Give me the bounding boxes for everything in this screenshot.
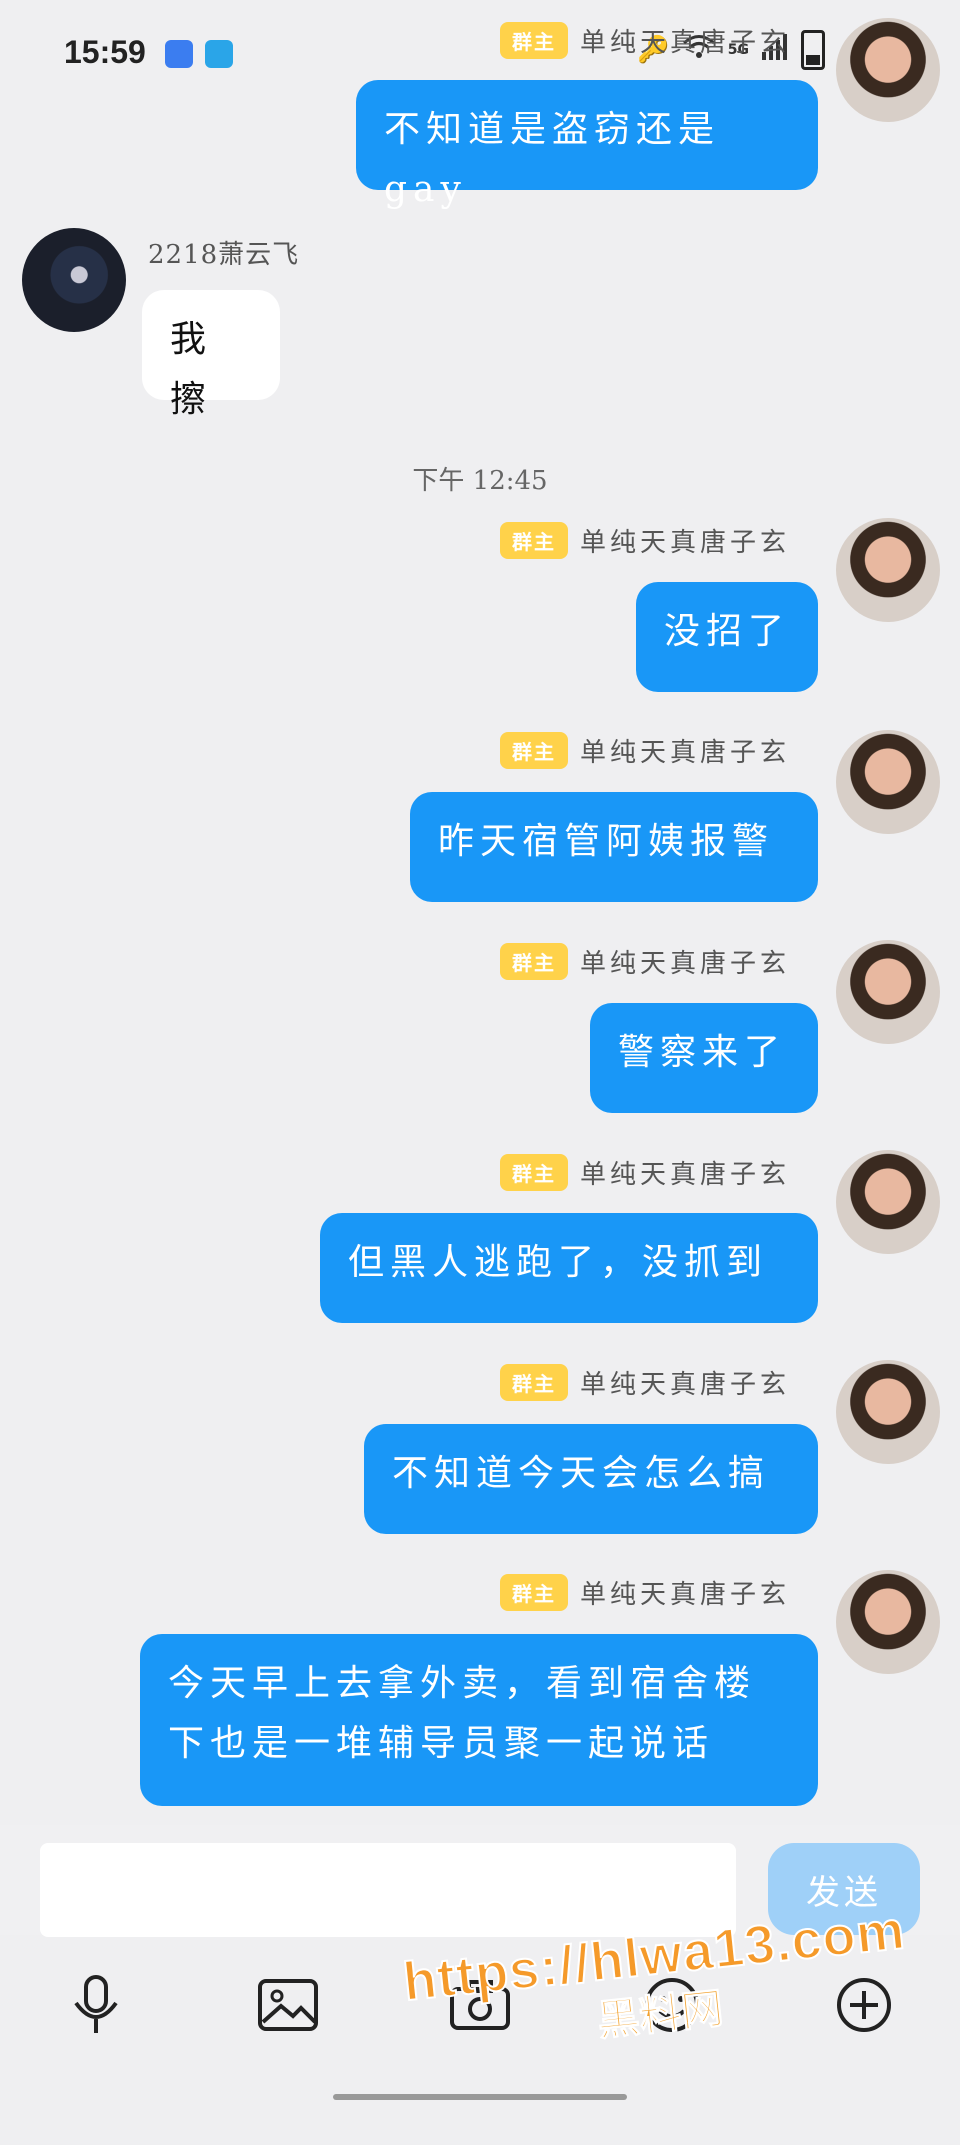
message-bubble[interactable]: 今天早上去拿外卖，看到宿舍楼下也是一堆辅导员聚一起说话 <box>140 1634 818 1806</box>
image-icon[interactable] <box>248 1965 328 2045</box>
sender-line: 群主 单纯天真唐子玄 <box>500 522 790 559</box>
avatar[interactable] <box>836 1570 940 1674</box>
microphone-icon[interactable] <box>56 1965 136 2045</box>
message-bubble[interactable]: 但黑人逃跑了，没抓到 <box>320 1213 818 1323</box>
message-bubble[interactable]: 不知道今天会怎么搞 <box>364 1424 818 1534</box>
home-indicator[interactable] <box>333 2094 627 2100</box>
message-bubble[interactable]: 昨天宿管阿姨报警 <box>410 792 818 902</box>
notification-icon <box>165 40 193 68</box>
sender-line: 群主 单纯天真唐子玄 <box>500 1574 790 1611</box>
sender-name: 单纯天真唐子玄 <box>580 528 791 558</box>
owner-badge: 群主 <box>500 1574 568 1611</box>
sender-line: 群主 单纯天真唐子玄 <box>500 22 790 59</box>
avatar[interactable] <box>836 1360 940 1464</box>
sender-name: 单纯天真唐子玄 <box>580 738 791 768</box>
reader-app-icon <box>205 40 233 68</box>
owner-badge: 群主 <box>500 22 568 59</box>
owner-badge: 群主 <box>500 522 568 559</box>
avatar[interactable] <box>836 1150 940 1254</box>
message-bubble[interactable]: 没招了 <box>636 582 818 692</box>
sender-line: 群主 单纯天真唐子玄 <box>500 1154 790 1191</box>
time-separator: 下午 12:45 <box>412 466 548 496</box>
sender-name: 单纯天真唐子玄 <box>580 1370 791 1400</box>
sender-name: 2218萧云飞 <box>148 240 300 270</box>
sender-name: 单纯天真唐子玄 <box>580 949 791 979</box>
owner-badge: 群主 <box>500 732 568 769</box>
avatar[interactable] <box>836 940 940 1044</box>
owner-badge: 群主 <box>500 1364 568 1401</box>
message-bubble[interactable]: 警察来了 <box>590 1003 818 1113</box>
avatar[interactable] <box>836 730 940 834</box>
sender-line: 群主 单纯天真唐子玄 <box>500 732 790 769</box>
avatar[interactable] <box>836 18 940 122</box>
sender-line: 群主 单纯天真唐子玄 <box>500 943 790 980</box>
owner-badge: 群主 <box>500 943 568 980</box>
message-input[interactable] <box>40 1843 736 1937</box>
battery-icon <box>801 30 825 70</box>
avatar[interactable] <box>22 228 126 332</box>
sender-line: 群主 单纯天真唐子玄 <box>500 1364 790 1401</box>
sender-name: 单纯天真唐子玄 <box>580 28 791 58</box>
sender-name: 单纯天真唐子玄 <box>580 1580 791 1610</box>
message-bubble[interactable]: 我擦 <box>142 290 280 420</box>
avatar[interactable] <box>836 518 940 622</box>
status-time: 15:59 <box>64 34 146 70</box>
message-bubble[interactable]: 不知道是盗窃还是gay <box>356 80 818 210</box>
sender-name: 单纯天真唐子玄 <box>580 1160 791 1190</box>
owner-badge: 群主 <box>500 1154 568 1191</box>
